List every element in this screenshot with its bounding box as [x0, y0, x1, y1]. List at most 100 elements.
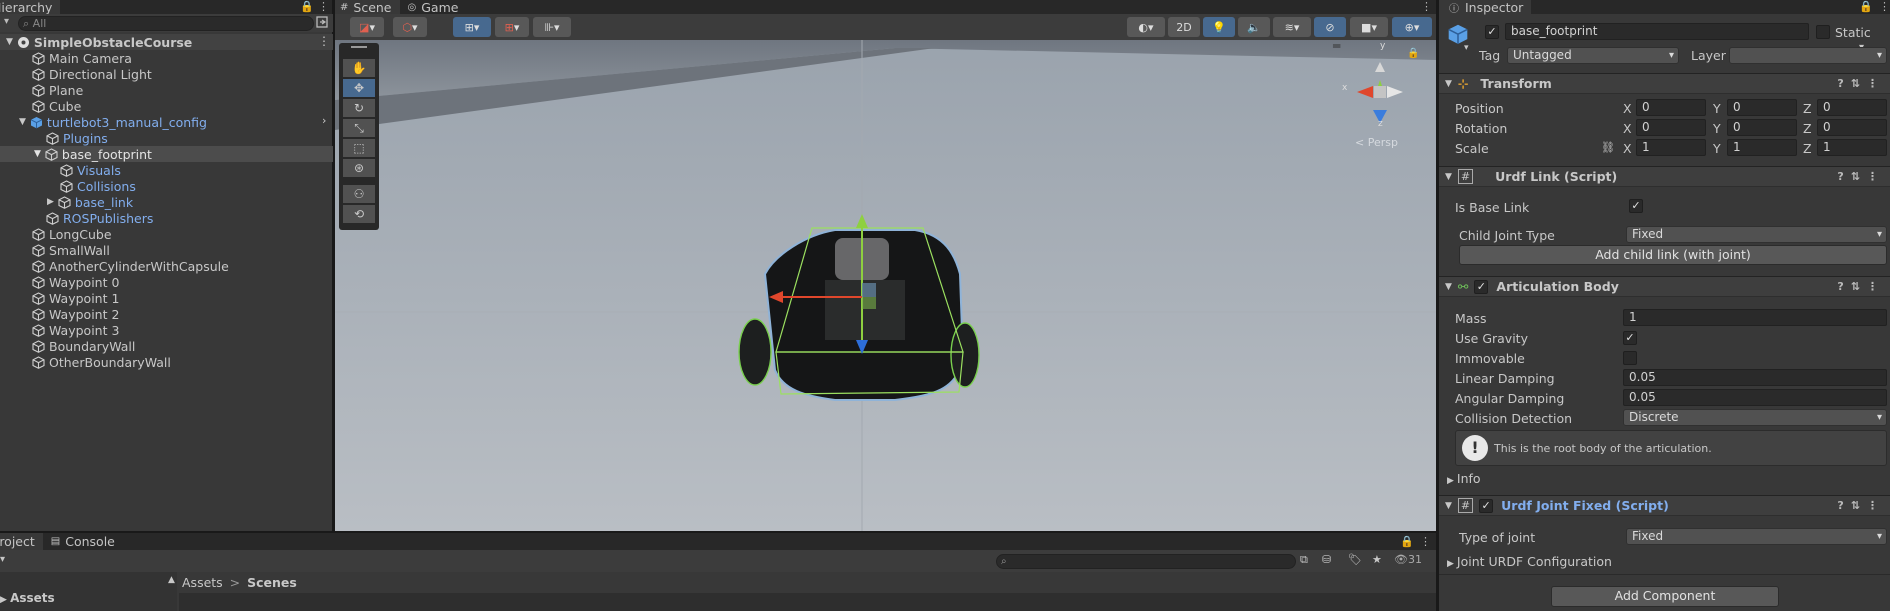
align-dropdown[interactable]: ⊪ ▾ — [533, 17, 571, 37]
lock-icon[interactable]: 🔒 — [300, 0, 314, 13]
position-z-field[interactable]: 0 — [1817, 99, 1887, 116]
chevron-right-icon[interactable]: › — [322, 114, 326, 127]
urdf-joint-fixed-header[interactable]: ▼ # ✓ Urdf Joint Fixed (Script) ?⇅⋮ — [1439, 495, 1890, 516]
rect-tool-button[interactable]: ⬚ — [343, 139, 375, 157]
project-content-area[interactable] — [179, 593, 1436, 611]
overlay-menu-icon[interactable]: ═ — [1333, 40, 1340, 53]
favorite-star-icon[interactable]: ★ — [1372, 553, 1382, 566]
lighting-toggle[interactable]: 💡 — [1203, 17, 1235, 37]
rotation-z-field[interactable]: 0 — [1817, 119, 1887, 136]
scale-z-field[interactable]: 1 — [1817, 139, 1887, 156]
project-search-input[interactable]: ⌕ — [996, 554, 1296, 569]
rotation-y-field[interactable]: 0 — [1727, 119, 1797, 136]
transform-tool-button[interactable]: ⊛ — [343, 159, 375, 177]
drag-handle-icon[interactable] — [351, 46, 367, 48]
search-by-type-icon[interactable]: ⧉ — [1300, 553, 1308, 567]
hierarchy-item-main-camera[interactable]: Main Camera — [32, 50, 132, 66]
expand-arrow-icon[interactable]: ▶ — [0, 595, 10, 605]
breadcrumb-scenes[interactable]: Scenes — [247, 575, 297, 590]
component-header-icons[interactable]: ?⇅⋮ — [1837, 280, 1885, 293]
hierarchy-item-boundarywall[interactable]: BoundaryWall — [32, 338, 135, 354]
tab-project[interactable]: Project — [0, 533, 43, 550]
search-by-label-icon[interactable]: ⛁ — [1322, 553, 1331, 566]
tab-game[interactable]: ◎ Game — [400, 0, 467, 15]
joint-enabled-checkbox[interactable]: ✓ — [1479, 498, 1494, 513]
child-joint-type-dropdown[interactable]: Fixed — [1626, 226, 1887, 243]
component-header-icons[interactable]: ?⇅⋮ — [1837, 170, 1885, 183]
transform-header[interactable]: ▼ ⊹ Transform ?⇅⋮ — [1439, 73, 1890, 94]
audio-toggle[interactable]: 🔈 — [1238, 17, 1270, 37]
add-component-button[interactable]: Add Component — [1551, 586, 1779, 607]
type-of-joint-dropdown[interactable]: Fixed — [1626, 528, 1887, 545]
tag-dropdown[interactable]: Untagged — [1507, 47, 1679, 64]
object-name-field[interactable]: base_footprint — [1505, 23, 1809, 40]
grid-snap-toggle[interactable]: ⊞ ▾ — [453, 17, 491, 37]
tree-item-assets[interactable]: ▶ Assets — [0, 591, 55, 605]
hierarchy-item-visuals[interactable]: Visuals — [60, 162, 121, 178]
projection-toggle[interactable]: < Persp — [1355, 136, 1398, 149]
tab-console[interactable]: ▤ Console — [43, 534, 123, 549]
position-y-field[interactable]: 0 — [1727, 99, 1797, 116]
scale-y-field[interactable]: 1 — [1727, 139, 1797, 156]
articulation-tool-button[interactable]: ⟲ — [343, 205, 375, 223]
active-checkbox[interactable]: ✓ — [1485, 25, 1499, 39]
scale-tool-button[interactable]: ⤡ — [343, 119, 375, 137]
info-foldout[interactable]: ▶ Info — [1447, 471, 1481, 486]
linear-damping-field[interactable]: 0.05 — [1623, 369, 1887, 386]
hierarchy-item-base-footprint[interactable]: ▼ base_footprint — [34, 146, 152, 162]
hierarchy-item-waypoint-1[interactable]: Waypoint 1 — [32, 290, 119, 306]
add-dropdown-icon[interactable]: ▾ — [4, 16, 14, 28]
kebab-menu-icon[interactable]: ⋮ — [318, 0, 329, 13]
hierarchy-item-otherboundarywall[interactable]: OtherBoundaryWall — [32, 354, 171, 370]
tab-hierarchy[interactable]: Hierarchy — [0, 0, 61, 15]
view-options-dropdown[interactable]: ◐ ▾ — [1127, 17, 1165, 37]
hierarchy-item-waypoint-0[interactable]: Waypoint 0 — [32, 274, 119, 290]
kebab-menu-icon[interactable]: ⋮ — [1420, 535, 1431, 548]
angular-damping-field[interactable]: 0.05 — [1623, 389, 1887, 406]
scale-x-field[interactable]: 1 — [1636, 139, 1706, 156]
breadcrumb-assets[interactable]: Assets — [182, 575, 223, 590]
static-checkbox[interactable] — [1816, 25, 1830, 39]
urdf-link-header[interactable]: ▼ # Urdf Link (Script) ?⇅⋮ — [1439, 166, 1890, 187]
hierarchy-item-smallwall[interactable]: SmallWall — [32, 242, 110, 258]
camera-dropdown[interactable]: ■ ▾ — [1350, 17, 1388, 37]
scene-visibility-toggle[interactable]: ⊘ — [1314, 17, 1346, 37]
tab-scene[interactable]: # Scene — [335, 0, 400, 15]
add-child-link-button[interactable]: Add child link (with joint) — [1459, 245, 1887, 265]
collision-detection-dropdown[interactable]: Discrete — [1623, 409, 1887, 426]
scene-viewport[interactable]: y x z < Persp 🔒 ═ — [335, 40, 1436, 531]
is-base-link-checkbox[interactable]: ✓ — [1629, 199, 1643, 213]
component-header-icons[interactable]: ?⇅⋮ — [1837, 77, 1885, 90]
tab-inspector[interactable]: ⓘ Inspector — [1439, 0, 1532, 15]
hierarchy-item-base-link[interactable]: ▶ base_link — [47, 194, 133, 210]
kebab-menu-icon[interactable]: ⋮ — [1879, 0, 1890, 13]
snap-increment-dropdown[interactable]: ⊞ ▾ — [495, 17, 529, 37]
toggle-2d-button[interactable]: 2D — [1168, 17, 1200, 37]
expand-arrow-icon[interactable]: ▼ — [19, 117, 26, 127]
draw-mode-dropdown[interactable]: ◪ ▾ — [350, 17, 384, 37]
component-header-icons[interactable]: ?⇅⋮ — [1837, 499, 1885, 512]
joint-urdf-config-foldout[interactable]: ▶ Joint URDF Configuration — [1447, 554, 1612, 569]
hierarchy-item-waypoint-2[interactable]: Waypoint 2 — [32, 306, 119, 322]
effects-dropdown[interactable]: ≋ ▾ — [1273, 17, 1311, 37]
dropdown-arrow-icon[interactable]: ▾ — [1464, 43, 1469, 53]
hierarchy-item-plane[interactable]: Plane — [32, 82, 83, 98]
expand-arrow-icon[interactable]: ▼ — [6, 37, 13, 47]
use-gravity-checkbox[interactable]: ✓ — [1623, 331, 1637, 345]
hierarchy-item-longcube[interactable]: LongCube — [32, 226, 112, 242]
kebab-menu-icon[interactable]: ⋮ — [1421, 0, 1432, 13]
hierarchy-item-waypoint-3[interactable]: Waypoint 3 — [32, 322, 119, 338]
position-x-field[interactable]: 0 — [1636, 99, 1706, 116]
orientation-dropdown[interactable]: ⬡ ▾ — [393, 17, 427, 37]
collapse-arrow-icon[interactable]: ▶ — [47, 197, 54, 207]
hierarchy-item-directional-light[interactable]: Directional Light — [32, 66, 152, 82]
gizmos-dropdown[interactable]: ⊕ ▾ — [1392, 17, 1432, 37]
hierarchy-item-turtlebot3[interactable]: ▼ turtlebot3_manual_config — [19, 114, 207, 130]
articulation-body-header[interactable]: ▼ ⚯ ✓ Articulation Body ?⇅⋮ — [1439, 276, 1890, 297]
visibility-count[interactable]: 👁31 — [1394, 553, 1422, 566]
gizmo-lock-icon[interactable]: 🔒 — [1407, 48, 1419, 59]
scene-root[interactable]: ▼ SimpleObstacleCourse — [6, 34, 192, 50]
articulation-enabled-checkbox[interactable]: ✓ — [1474, 279, 1489, 294]
hierarchy-item-anothercylinder[interactable]: AnotherCylinderWithCapsule — [32, 258, 229, 274]
mass-field[interactable]: 1 — [1623, 309, 1887, 326]
